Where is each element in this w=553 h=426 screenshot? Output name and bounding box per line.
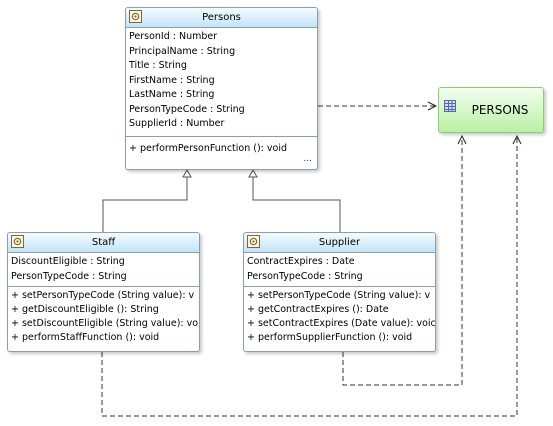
attribute: PrincipalName : String xyxy=(129,45,236,57)
table-icon xyxy=(444,100,456,112)
operation: + performSupplierFunction (): void xyxy=(247,332,413,343)
attribute: FirstName : String xyxy=(129,74,215,86)
persons-table[interactable]: PERSONS xyxy=(438,87,544,133)
operation: + getContractExpires (): Date xyxy=(247,304,389,315)
class-name: Persons xyxy=(202,12,241,23)
operation: + performStaffFunction (): void xyxy=(11,332,160,343)
class-header: Staff xyxy=(8,233,199,253)
class-header: Supplier xyxy=(244,233,435,253)
operation-list: + setPersonTypeCode (String value): v + … xyxy=(244,287,436,351)
operation-list: + performPersonFunction (): void ... xyxy=(126,137,317,165)
more-indicator[interactable]: ... xyxy=(11,345,196,351)
operation: + getDiscountEligible (): String xyxy=(11,304,159,315)
attribute-list: PersonId : Number PrincipalName : String… xyxy=(126,28,317,137)
attribute: ContractExpires : Date xyxy=(247,256,355,267)
operation: + setDiscountEligible (String value): vo… xyxy=(11,318,200,329)
attribute: SupplierId : Number xyxy=(129,118,225,129)
more-indicator[interactable]: ... xyxy=(129,154,314,164)
persons-class[interactable]: Persons PersonId : Number PrincipalName … xyxy=(125,7,318,170)
class-icon xyxy=(129,10,142,23)
operation: + setPersonTypeCode (String value): v xyxy=(11,290,195,301)
attribute: LastName : String xyxy=(129,89,215,100)
staff-generalization-head xyxy=(182,168,192,178)
staff-class[interactable]: Staff DiscountEligible : String PersonTy… xyxy=(7,232,200,352)
operation-list: + setPersonTypeCode (String value): v + … xyxy=(8,287,200,351)
class-name: Supplier xyxy=(318,237,361,248)
operation: + setContractExpires (Date value): voic xyxy=(247,318,436,329)
attribute-list: ContractExpires : Date PersonTypeCode : … xyxy=(244,253,435,287)
attribute: Title : String xyxy=(129,60,187,71)
operation: + performPersonFunction (): void xyxy=(129,142,287,154)
attribute: PersonTypeCode : String xyxy=(129,103,245,115)
more-indicator[interactable]: ... xyxy=(247,345,432,351)
class-header: Persons xyxy=(126,8,317,28)
staff-generalization[interactable] xyxy=(102,177,188,232)
attribute: PersonId : Number xyxy=(129,31,218,42)
table-name: PERSONS xyxy=(471,103,529,117)
attribute: PersonTypeCode : String xyxy=(11,270,127,282)
attribute-list: DiscountEligible : String PersonTypeCode… xyxy=(8,253,199,287)
class-icon xyxy=(247,235,260,248)
attribute: DiscountEligible : String xyxy=(11,256,125,267)
class-name: Staff xyxy=(91,237,116,248)
operation: + setPersonTypeCode (String value): v xyxy=(247,290,431,301)
supplier-generalization-head xyxy=(248,168,258,178)
supplier-generalization[interactable] xyxy=(252,177,341,232)
supplier-class[interactable]: Supplier ContractExpires : Date PersonTy… xyxy=(243,232,436,352)
class-icon xyxy=(11,235,24,248)
attribute: PersonTypeCode : String xyxy=(247,270,363,282)
